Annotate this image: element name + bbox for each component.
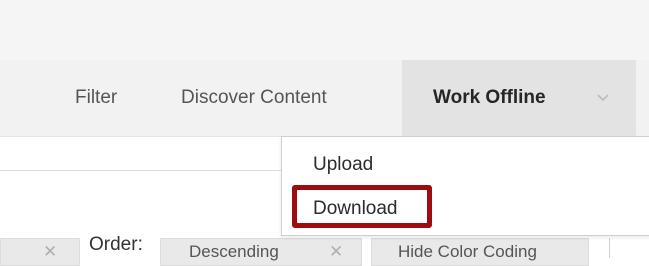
nav-filter[interactable]: Filter — [75, 60, 117, 136]
menu-item-download[interactable]: Download — [313, 198, 398, 220]
nav-work-offline[interactable]: Work Offline — [402, 60, 636, 136]
nav-discover-content[interactable]: Discover Content — [181, 60, 327, 136]
content-nav-bar: Filter Discover Content Work Offline — [0, 60, 649, 137]
divider — [609, 238, 610, 258]
order-select[interactable]: Descending ✕ — [160, 238, 362, 266]
hide-color-coding-label: Hide Color Coding — [398, 242, 537, 261]
nav-work-offline-label: Work Offline — [433, 87, 546, 108]
close-icon[interactable]: ✕ — [329, 239, 343, 265]
filter-chip[interactable]: ✕ — [0, 238, 80, 266]
order-select-value: Descending — [189, 242, 279, 261]
top-band — [0, 0, 649, 60]
order-label: Order: — [89, 234, 143, 255]
menu-item-upload[interactable]: Upload — [313, 154, 373, 176]
nav-bar-edge — [636, 60, 649, 136]
close-icon[interactable]: ✕ — [43, 239, 57, 265]
work-offline-dropdown: Upload Download — [281, 136, 649, 236]
chevron-down-icon — [597, 94, 609, 102]
hide-color-coding-button[interactable]: Hide Color Coding — [371, 238, 589, 266]
sub-header-strip — [0, 137, 281, 171]
